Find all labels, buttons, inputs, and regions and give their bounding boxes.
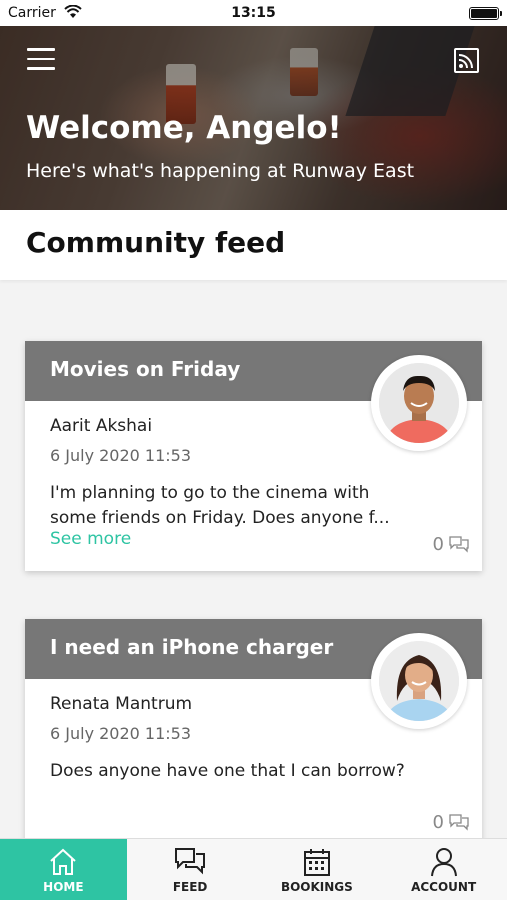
avatar[interactable] (371, 633, 467, 729)
tab-label: ACCOUNT (411, 880, 477, 894)
avatar[interactable] (371, 355, 467, 451)
post-author: Renata Mantrum (50, 694, 193, 714)
post-body: Does anyone have one that I can borrow? (50, 761, 405, 781)
tab-label: HOME (43, 880, 84, 894)
post-body: I'm planning to go to the cinema with so… (50, 483, 390, 528)
section-header: Community feed (0, 210, 507, 280)
hero-photo-glass (290, 48, 318, 96)
comment-count[interactable]: 0 (433, 534, 469, 555)
user-icon (430, 847, 458, 881)
home-icon (48, 847, 78, 881)
post-card[interactable]: Movies on Friday Aarit Akshai 6 July 202… (25, 341, 482, 571)
see-more-link[interactable]: See more (50, 529, 131, 549)
rss-feed-icon[interactable] (454, 48, 479, 73)
post-date: 6 July 2020 11:53 (50, 724, 192, 743)
tab-feed[interactable]: FEED (127, 839, 254, 900)
tab-label: FEED (172, 880, 208, 894)
welcome-subtitle: Here's what's happening at Runway East (26, 160, 415, 182)
tab-account[interactable]: ACCOUNT (380, 839, 507, 900)
comment-count-value: 0 (432, 534, 444, 555)
status-bar: Carrier 13:15 (0, 0, 507, 26)
comment-count-value: 0 (432, 812, 444, 833)
comments-icon (449, 814, 469, 831)
bottom-tab-bar: HOME FEED BOOKINGS ACCOUNT (0, 838, 507, 900)
post-card[interactable]: I need an iPhone charger Renata Mantrum … (25, 619, 482, 849)
tab-label: BOOKINGS (280, 880, 353, 894)
welcome-title: Welcome, Angelo! (26, 110, 342, 146)
battery-icon (469, 7, 502, 20)
comments-icon (449, 536, 469, 553)
tab-bookings[interactable]: BOOKINGS (254, 839, 381, 900)
tab-home[interactable]: HOME (0, 839, 127, 900)
clock: 13:15 (231, 5, 276, 21)
post-title: Movies on Friday (50, 357, 241, 381)
comment-count[interactable]: 0 (433, 812, 469, 833)
post-author: Aarit Akshai (50, 416, 153, 436)
calendar-icon (303, 847, 331, 881)
post-title: I need an iPhone charger (50, 635, 334, 659)
chat-icon (174, 847, 206, 881)
hero-header: Welcome, Angelo! Here's what's happening… (0, 26, 507, 210)
post-date: 6 July 2020 11:53 (50, 446, 192, 465)
hamburger-menu-icon[interactable] (27, 48, 55, 70)
page-title: Community feed (26, 226, 286, 259)
